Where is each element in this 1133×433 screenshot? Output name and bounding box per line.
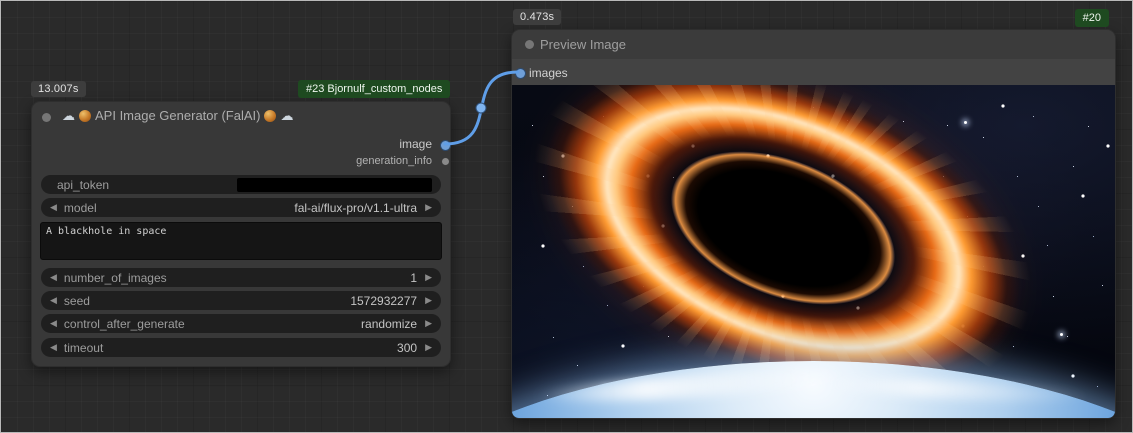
input-label-images: images (529, 66, 568, 80)
prompt-textarea[interactable]: A blackhole in space (40, 222, 442, 260)
arrow-left-icon[interactable]: ◀ (50, 343, 57, 352)
output-dot-image[interactable] (441, 141, 450, 150)
widget-number-of-images[interactable]: ◀ number_of_images 1 ▶ (41, 268, 441, 287)
widget-value: 300 (397, 341, 417, 355)
widget-label: timeout (64, 341, 103, 355)
widget-seed[interactable]: ◀ seed 1572932277 ▶ (41, 291, 441, 310)
node-id-badge-falai: #23 Bjornulf_custom_nodes (298, 80, 450, 98)
arrow-left-icon[interactable]: ◀ (50, 273, 57, 282)
input-slot-row (512, 59, 1115, 85)
node-title-text: Preview Image (540, 37, 626, 52)
api-token-masked-value[interactable] (237, 178, 432, 192)
node-id-badge-preview: #20 (1075, 9, 1109, 27)
node-api-image-generator[interactable]: ☁ API Image Generator (FalAI) ☁ image ge… (31, 101, 451, 367)
node-title-text: API Image Generator (FalAI) (95, 108, 260, 123)
node-status-dot (525, 40, 534, 49)
node-editor-canvas[interactable]: 13.007s #23 Bjornulf_custom_nodes 0.473s… (0, 0, 1133, 433)
cloud-icon: ☁ (280, 109, 293, 122)
widget-value: 1 (410, 271, 417, 285)
node-title: ☁ API Image Generator (FalAI) ☁ (62, 108, 293, 123)
widget-value: 1572932277 (350, 294, 417, 308)
output-label-generation-info: generation_info (356, 155, 432, 167)
cloud-icon: ☁ (62, 109, 75, 122)
widget-label: model (64, 201, 97, 215)
preview-image (512, 85, 1115, 418)
widget-value: randomize (361, 317, 417, 331)
widget-api-token[interactable]: api_token (41, 175, 441, 194)
arrow-right-icon[interactable]: ▶ (425, 273, 432, 282)
input-dot-images[interactable] (516, 69, 525, 78)
arrow-left-icon[interactable]: ◀ (50, 203, 57, 212)
widget-value: fal-ai/flux-pro/v1.1-ultra (294, 201, 417, 215)
widget-label: api_token (57, 178, 109, 192)
output-label-image: image (399, 137, 432, 151)
node-preview-image[interactable]: Preview Image images (511, 29, 1116, 419)
widget-control-after-generate[interactable]: ◀ control_after_generate randomize ▶ (41, 314, 441, 333)
cookie-icon (264, 110, 276, 122)
arrow-left-icon[interactable]: ◀ (50, 319, 57, 328)
arrow-right-icon[interactable]: ▶ (425, 296, 432, 305)
arrow-left-icon[interactable]: ◀ (50, 296, 57, 305)
link-midpoint-dot[interactable] (476, 103, 486, 113)
node-status-dot (42, 113, 51, 122)
execution-time-badge-preview: 0.473s (513, 9, 561, 25)
arrow-right-icon[interactable]: ▶ (425, 319, 432, 328)
widget-label: number_of_images (64, 271, 167, 285)
arrow-right-icon[interactable]: ▶ (425, 343, 432, 352)
widget-timeout[interactable]: ◀ timeout 300 ▶ (41, 338, 441, 357)
output-dot-generation-info[interactable] (442, 158, 449, 165)
widget-label: control_after_generate (64, 317, 185, 331)
execution-time-badge: 13.007s (31, 81, 86, 97)
widget-model[interactable]: ◀ model fal-ai/flux-pro/v1.1-ultra ▶ (41, 198, 441, 217)
widget-label: seed (64, 294, 90, 308)
arrow-right-icon[interactable]: ▶ (425, 203, 432, 212)
cookie-icon (79, 110, 91, 122)
